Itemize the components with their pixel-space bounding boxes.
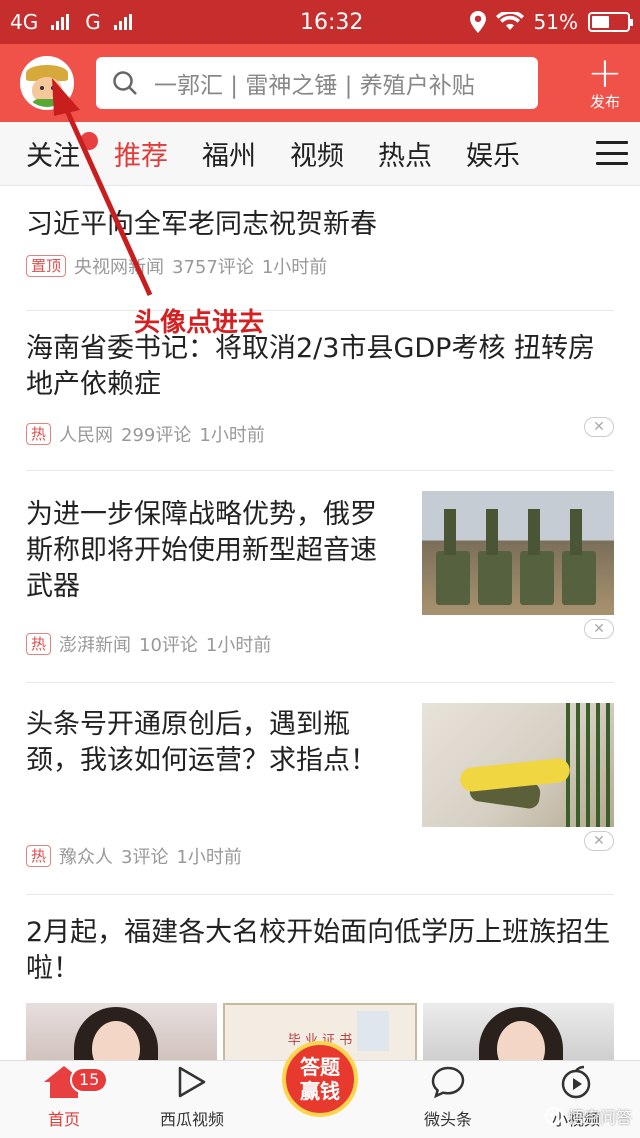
nav-weitoutiao-label: 微头条 bbox=[423, 1110, 472, 1129]
hot-badge: 热 bbox=[26, 423, 52, 445]
hot-badge: 热 bbox=[26, 845, 52, 867]
nav-xigua-label: 西瓜视频 bbox=[159, 1110, 224, 1129]
dismiss-icon[interactable]: ✕ bbox=[584, 417, 614, 437]
news-title: 头条号开通原创后，遇到瓶颈，我该如何运营？求指点！ bbox=[26, 709, 377, 776]
news-source: 澎湃新闻 bbox=[59, 635, 132, 656]
news-source: 人民网 bbox=[59, 425, 114, 446]
news-thumbnail[interactable] bbox=[422, 491, 614, 615]
nav-xigua[interactable]: 西瓜视频 bbox=[128, 1061, 256, 1138]
watermark: 悟空问答 bbox=[544, 1104, 632, 1128]
dismiss-icon[interactable]: ✕ bbox=[584, 619, 614, 639]
news-time: 1小时前 bbox=[199, 425, 265, 446]
news-title: 2月起，福建各大名校开始面向低学历上班族招生啦！ bbox=[26, 917, 611, 984]
dismiss-icon[interactable]: ✕ bbox=[584, 831, 614, 851]
news-meta: 热 人民网 299评论 1小时前 bbox=[26, 421, 614, 447]
news-time: 1小时前 bbox=[176, 847, 242, 868]
news-source: 豫众人 bbox=[59, 847, 114, 868]
short-video-icon bbox=[559, 1062, 593, 1102]
home-badge: 15 bbox=[70, 1067, 109, 1093]
news-thumbnail[interactable] bbox=[422, 703, 614, 827]
qa-reward-button[interactable]: 答题 赢钱 bbox=[282, 1041, 358, 1117]
list-item[interactable]: 为进一步保障战略优势，俄罗斯称即将开始使用新型超音速武器 热 澎湃新闻 10评论… bbox=[26, 471, 614, 683]
annotation-text: 头像点进去 bbox=[134, 308, 265, 338]
list-item[interactable]: 2月起，福建各大名校开始面向低学历上班族招生啦！ 毕 业 证 书 bbox=[26, 895, 615, 1060]
qa-line1: 答题 bbox=[300, 1055, 340, 1079]
play-icon bbox=[176, 1062, 208, 1102]
nav-home[interactable]: 首页 15 bbox=[0, 1061, 128, 1138]
news-meta: 热 豫众人 3评论 1小时前 bbox=[26, 843, 250, 869]
news-comments: 299评论 bbox=[121, 425, 192, 446]
news-title: 为进一步保障战略优势，俄罗斯称即将开始使用新型超音速武器 bbox=[26, 499, 377, 602]
watermark-icon bbox=[544, 1107, 563, 1125]
nav-home-label: 首页 bbox=[47, 1110, 80, 1129]
qa-line2: 赢钱 bbox=[300, 1079, 340, 1103]
news-meta: 热 澎湃新闻 10评论 1小时前 bbox=[26, 631, 279, 657]
chat-bubble-icon bbox=[430, 1062, 466, 1102]
news-comments: 10评论 bbox=[139, 635, 198, 656]
news-image[interactable] bbox=[423, 1003, 615, 1060]
list-item[interactable]: 头条号开通原创后，遇到瓶颈，我该如何运营？求指点！ 热 豫众人 3评论 1小时前… bbox=[26, 683, 614, 895]
watermark-text: 悟空问答 bbox=[567, 1108, 632, 1127]
hot-badge: 热 bbox=[26, 633, 52, 655]
nav-qa[interactable]: 答题 赢钱 bbox=[256, 1041, 384, 1138]
news-image[interactable] bbox=[26, 1003, 217, 1060]
annotation-arrow bbox=[52, 78, 153, 297]
nav-weitoutiao[interactable]: 微头条 bbox=[384, 1061, 512, 1138]
news-time: 1小时前 bbox=[205, 635, 272, 656]
news-comments: 3评论 bbox=[121, 847, 169, 868]
